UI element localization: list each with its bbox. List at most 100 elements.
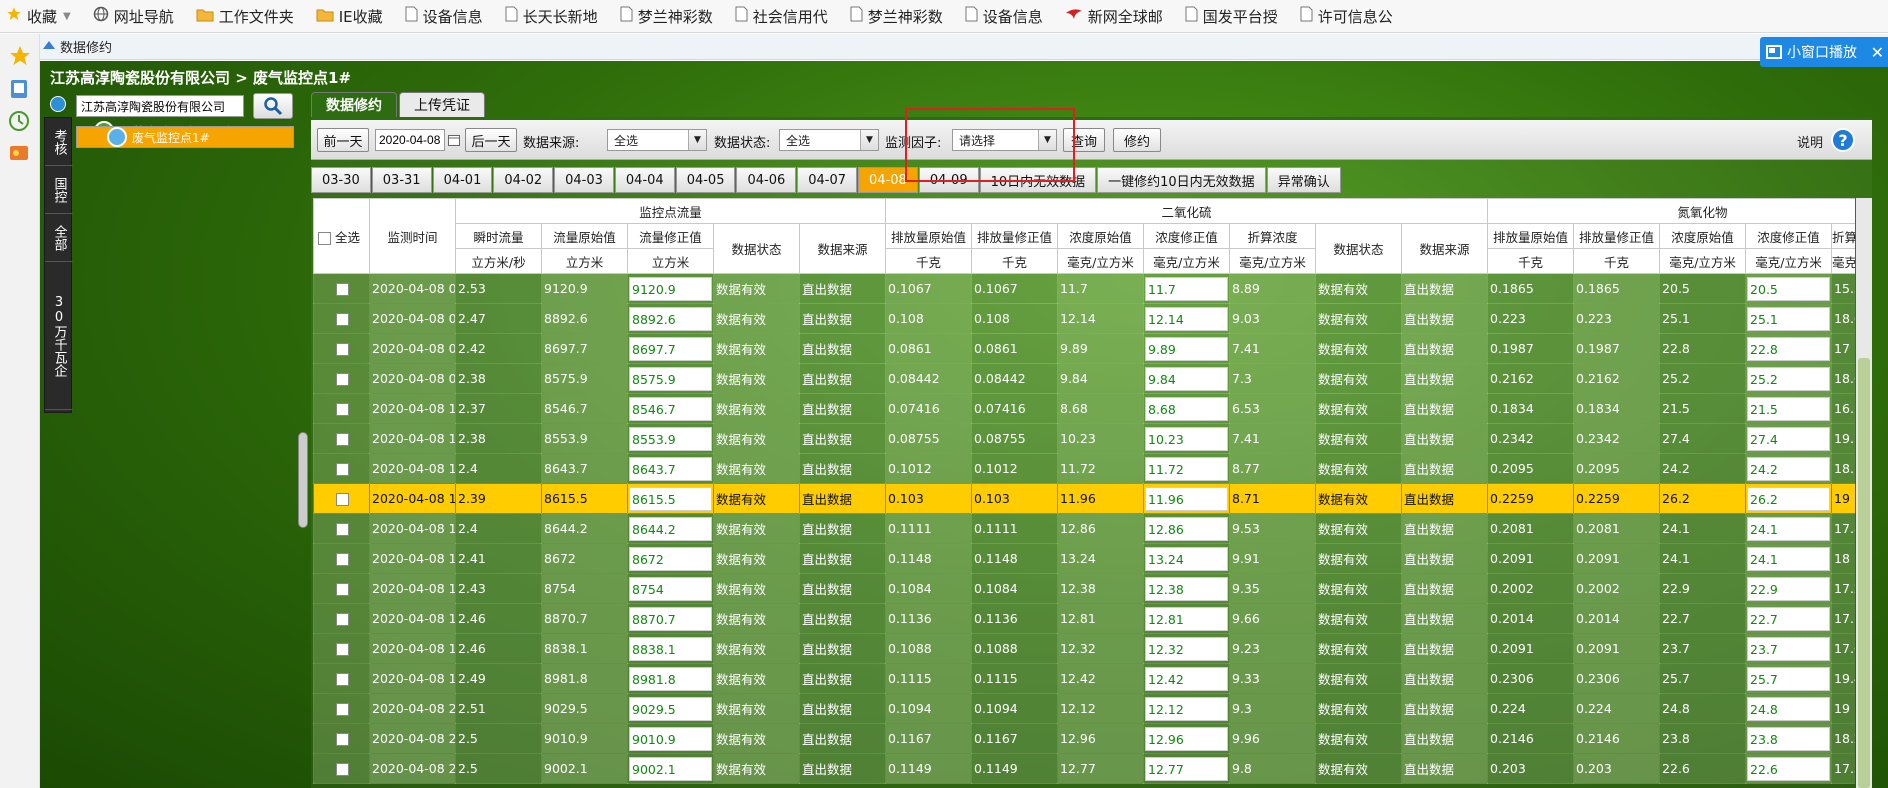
corrected-value[interactable]: 8575.9 xyxy=(629,366,712,391)
corrected-value[interactable]: 9010.9 xyxy=(629,726,712,751)
fav-item[interactable]: 许可信息公 xyxy=(1300,6,1393,27)
corrected-value[interactable]: 8546.7 xyxy=(629,396,712,421)
editable-cell[interactable]: 9120.9 xyxy=(627,273,714,304)
date-tab[interactable]: 03-30 xyxy=(311,167,371,193)
editable-cell[interactable]: 12.96 xyxy=(1143,723,1230,754)
sidebar-vtab[interactable]: 30万千瓦企 xyxy=(45,262,73,410)
corrected-value[interactable]: 20.5 xyxy=(1747,276,1831,301)
corrected-value[interactable]: 9029.5 xyxy=(629,696,712,721)
editable-cell[interactable]: 12.77 xyxy=(1143,753,1230,784)
row-select-cell[interactable] xyxy=(313,753,370,784)
select-all-checkbox[interactable] xyxy=(318,231,331,245)
corrected-value[interactable]: 8.68 xyxy=(1145,396,1228,421)
corrected-value[interactable]: 11.72 xyxy=(1145,456,1228,481)
corrected-value[interactable]: 12.38 xyxy=(1145,576,1228,601)
editable-cell[interactable]: 26.2 xyxy=(1745,483,1833,514)
editable-cell[interactable]: 8838.1 xyxy=(627,633,714,664)
sidebar-splitter-handle[interactable] xyxy=(298,432,308,528)
corrected-value[interactable]: 8644.2 xyxy=(629,516,712,541)
row-select-cell[interactable] xyxy=(313,633,370,664)
corrected-value[interactable]: 22.6 xyxy=(1747,756,1831,781)
corrected-value[interactable]: 22.9 xyxy=(1747,576,1831,601)
corrected-value[interactable]: 22.7 xyxy=(1747,606,1831,631)
tab-upload-proof[interactable]: 上传凭证 xyxy=(399,92,485,117)
corrected-value[interactable]: 8643.7 xyxy=(629,456,712,481)
editable-cell[interactable]: 8644.2 xyxy=(627,513,714,544)
row-checkbox[interactable] xyxy=(336,613,349,626)
editable-cell[interactable]: 8672 xyxy=(627,543,714,574)
fav-item[interactable]: 收藏 ▼ xyxy=(6,6,71,27)
row-select-cell[interactable] xyxy=(313,723,370,754)
corrected-value[interactable]: 8870.7 xyxy=(629,606,712,631)
editable-cell[interactable]: 8892.6 xyxy=(627,303,714,334)
date-tab[interactable]: 异常确认 xyxy=(1266,167,1341,193)
row-select-cell[interactable] xyxy=(313,513,370,544)
row-checkbox[interactable] xyxy=(336,493,349,506)
row-select-cell[interactable] xyxy=(313,393,370,424)
editable-cell[interactable]: 12.32 xyxy=(1143,633,1230,664)
editable-cell[interactable]: 8553.9 xyxy=(627,423,714,454)
corrected-value[interactable]: 21.5 xyxy=(1747,396,1831,421)
date-tab[interactable]: 04-01 xyxy=(432,167,493,193)
editable-cell[interactable]: 22.6 xyxy=(1745,753,1833,784)
corrected-value[interactable]: 12.12 xyxy=(1145,696,1228,721)
editable-cell[interactable]: 12.42 xyxy=(1143,663,1230,694)
editable-cell[interactable]: 20.5 xyxy=(1745,273,1833,304)
tab-data-revise[interactable]: 数据修约 xyxy=(311,92,397,117)
fav-item[interactable]: 梦兰神彩数 xyxy=(850,6,943,27)
date-tab[interactable]: 04-07 xyxy=(797,167,858,193)
editable-cell[interactable]: 9.84 xyxy=(1143,363,1230,394)
corrected-value[interactable]: 8697.7 xyxy=(629,336,712,361)
corrected-value[interactable]: 25.7 xyxy=(1747,666,1831,691)
corrected-value[interactable]: 12.86 xyxy=(1145,516,1228,541)
row-checkbox[interactable] xyxy=(336,703,349,716)
sidebar-vtab[interactable]: 考核 xyxy=(45,118,73,166)
editable-cell[interactable]: 10.23 xyxy=(1143,423,1230,454)
editable-cell[interactable]: 24.2 xyxy=(1745,453,1833,484)
date-tab[interactable]: 04-02 xyxy=(493,167,554,193)
date-tab[interactable]: 04-04 xyxy=(614,167,675,193)
corrected-value[interactable]: 26.2 xyxy=(1747,486,1831,511)
corrected-value[interactable]: 9.89 xyxy=(1145,336,1228,361)
corrected-value[interactable]: 9120.9 xyxy=(629,276,712,301)
corrected-value[interactable]: 8838.1 xyxy=(629,636,712,661)
corrected-value[interactable]: 12.32 xyxy=(1145,636,1228,661)
editable-cell[interactable]: 9.89 xyxy=(1143,333,1230,364)
corrected-value[interactable]: 12.14 xyxy=(1145,306,1228,331)
editable-cell[interactable]: 22.9 xyxy=(1745,573,1833,604)
sidebar-vtab[interactable]: 国控 xyxy=(45,166,73,214)
grid-vertical-scrollbar[interactable] xyxy=(1856,198,1872,788)
editable-cell[interactable]: 11.7 xyxy=(1143,273,1230,304)
corrected-value[interactable]: 8981.8 xyxy=(629,666,712,691)
editable-cell[interactable]: 22.7 xyxy=(1745,603,1833,634)
row-select-cell[interactable] xyxy=(313,573,370,604)
row-select-cell[interactable] xyxy=(313,273,370,304)
corrected-value[interactable]: 8553.9 xyxy=(629,426,712,451)
row-checkbox[interactable] xyxy=(336,403,349,416)
corrected-value[interactable]: 23.8 xyxy=(1747,726,1831,751)
row-select-cell[interactable] xyxy=(313,453,370,484)
date-tab[interactable]: 04-03 xyxy=(554,167,614,193)
editable-cell[interactable]: 8575.9 xyxy=(627,363,714,394)
corrected-value[interactable]: 12.81 xyxy=(1145,606,1228,631)
editable-cell[interactable]: 22.8 xyxy=(1745,333,1833,364)
corrected-value[interactable]: 24.1 xyxy=(1747,516,1831,541)
editable-cell[interactable]: 12.12 xyxy=(1143,693,1230,724)
mini-window-button[interactable]: 小窗口播放 ✕ xyxy=(1760,37,1888,67)
corrected-value[interactable]: 25.1 xyxy=(1747,306,1831,331)
editable-cell[interactable]: 24.1 xyxy=(1745,513,1833,544)
row-checkbox[interactable] xyxy=(336,763,349,776)
row-select-cell[interactable] xyxy=(313,483,370,514)
corrected-value[interactable]: 24.8 xyxy=(1747,696,1831,721)
revise-button[interactable]: 修约 xyxy=(1113,128,1161,152)
data-status-select[interactable]: 全选 ▼ xyxy=(779,129,879,151)
editable-cell[interactable]: 27.4 xyxy=(1745,423,1833,454)
editable-cell[interactable]: 8546.7 xyxy=(627,393,714,424)
scrollbar-thumb[interactable] xyxy=(1858,358,1870,788)
corrected-value[interactable]: 10.23 xyxy=(1145,426,1228,451)
date-input[interactable] xyxy=(375,129,445,151)
editable-cell[interactable]: 8643.7 xyxy=(627,453,714,484)
editable-cell[interactable]: 24.8 xyxy=(1745,693,1833,724)
corrected-value[interactable]: 25.2 xyxy=(1747,366,1831,391)
editable-cell[interactable]: 25.7 xyxy=(1745,663,1833,694)
